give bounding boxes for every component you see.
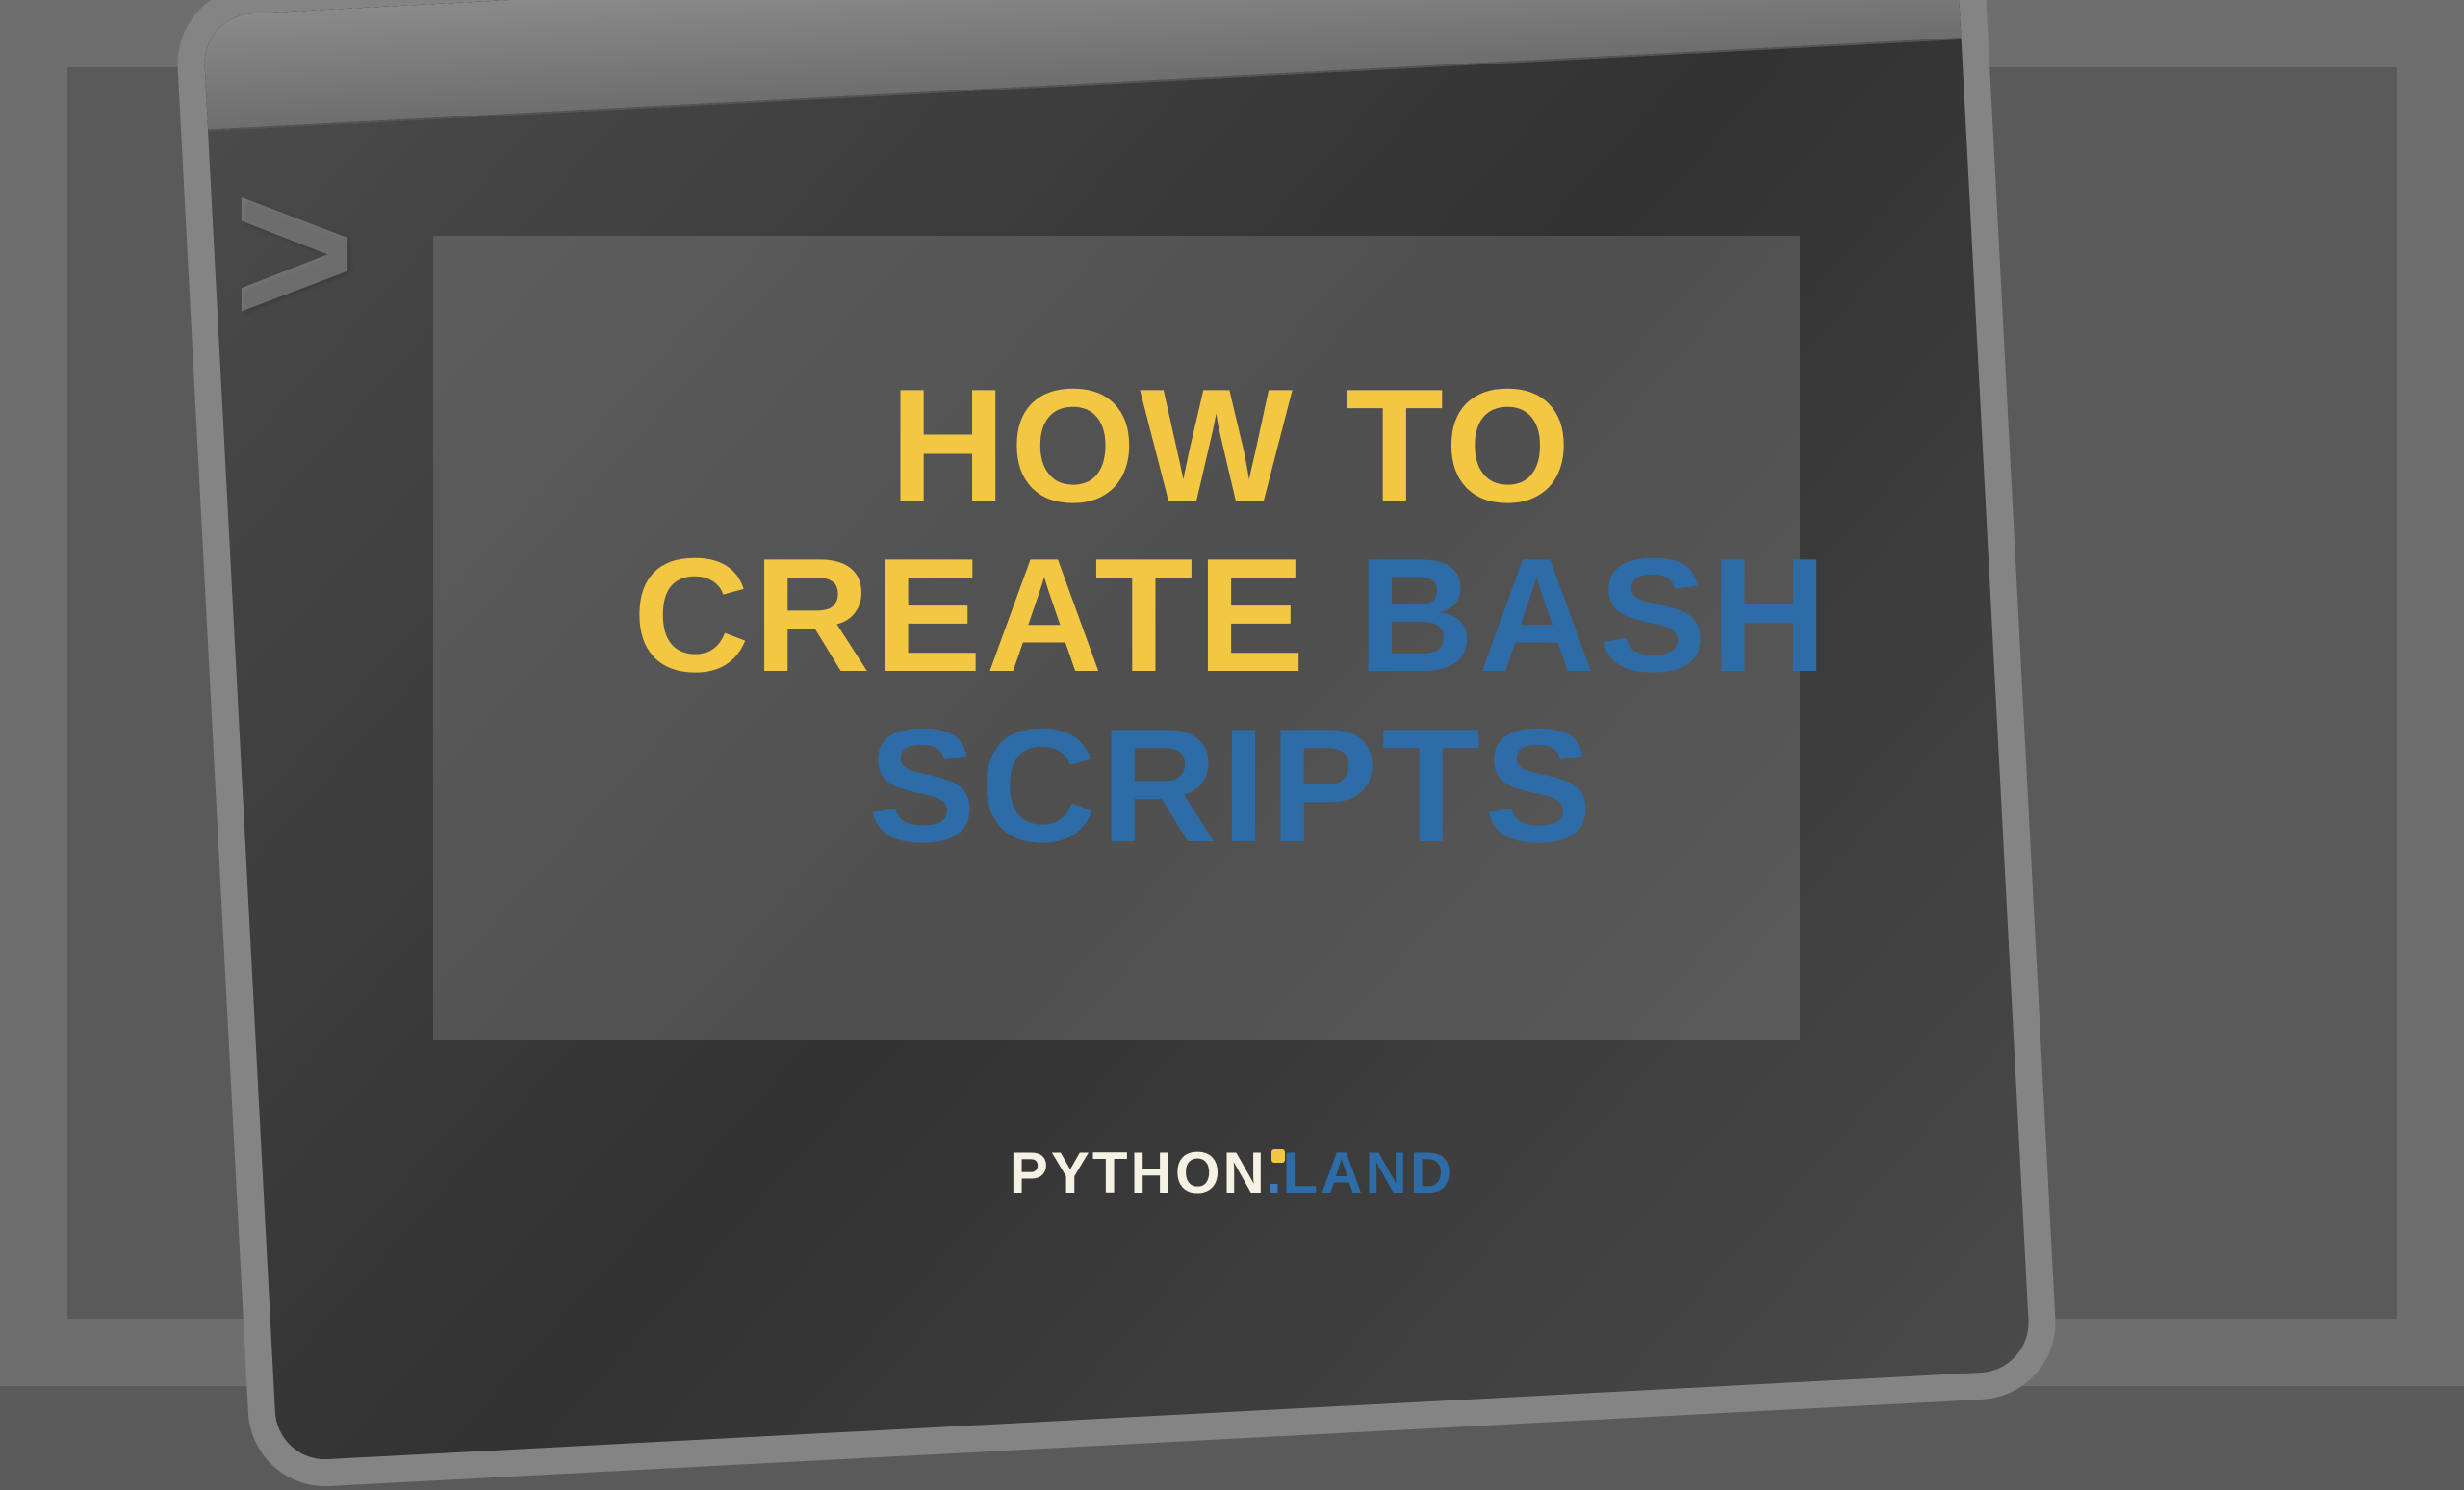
headline-line2-part2: BASH <box>1357 525 1831 706</box>
headline-line1: HOW TO <box>889 355 1575 536</box>
brand-logo: PYTHON.LAND <box>0 1140 2464 1206</box>
terminal-prompt-icon: > <box>231 149 358 389</box>
headline-line3: SCRIPTS <box>868 695 1596 876</box>
brand-part2: LAND <box>1283 1141 1455 1205</box>
brand-separator: . <box>1266 1140 1285 1206</box>
brand-part1: PYTHON <box>1010 1141 1268 1205</box>
headline: HOW TO CREATE BASH SCRIPTS <box>0 361 2464 870</box>
headline-line2-part1: CREATE <box>633 525 1358 706</box>
